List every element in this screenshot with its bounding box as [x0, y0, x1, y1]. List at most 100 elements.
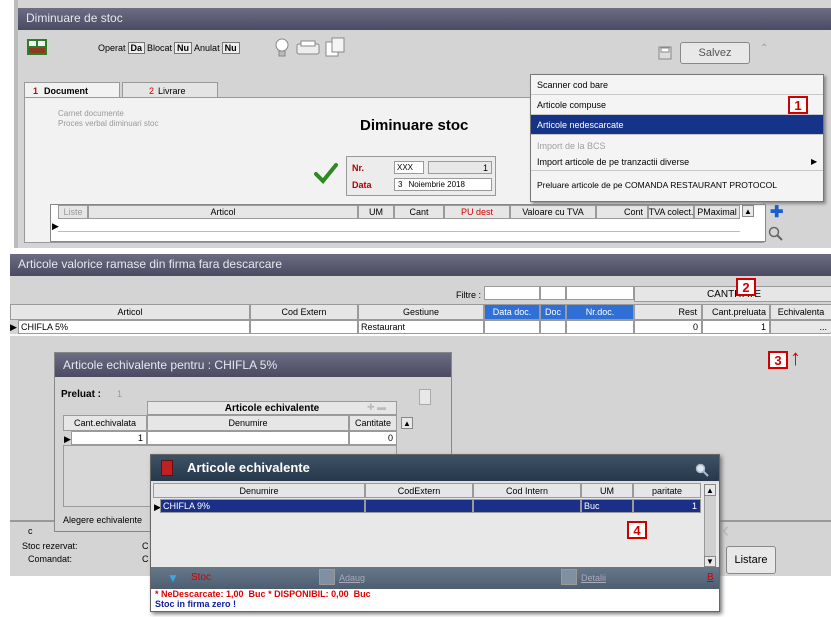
row-doc[interactable]	[540, 320, 566, 334]
data-label: Data	[352, 180, 372, 190]
marker-1: 1	[788, 96, 808, 114]
row-data-doc[interactable]	[484, 320, 540, 334]
grid-empty-row[interactable]	[58, 219, 740, 232]
row4-codintern[interactable]	[473, 499, 581, 513]
col-nr-doc[interactable]: Nr.doc.	[566, 304, 634, 320]
menu-articole-compuse[interactable]: Articole compuse	[531, 95, 823, 115]
col-cont[interactable]: Cont	[596, 205, 648, 219]
detalii-button[interactable]: Detalii	[581, 573, 606, 583]
row-echivalenta-button[interactable]: ...	[770, 320, 831, 334]
menu-articole-nedescarcate[interactable]: Articole nedescarcate	[531, 115, 823, 135]
window-title: Diminuare de stoc	[18, 8, 831, 30]
magnifier-icon[interactable]	[768, 226, 784, 242]
checkmark-icon[interactable]	[314, 162, 338, 184]
col-doc[interactable]: Doc	[540, 304, 566, 320]
grid4-scroll-up[interactable]: ▲	[704, 484, 716, 496]
col-um4[interactable]: UM	[581, 483, 633, 498]
blocat-toggle[interactable]: Nu	[174, 42, 193, 54]
row-gestiune[interactable]: Restaurant	[358, 320, 484, 334]
col-valoare-tva[interactable]: Valoare cu TVA	[510, 205, 596, 219]
row3-cantitate[interactable]: 0	[349, 431, 397, 445]
col-cod-extern[interactable]: Cod Extern	[250, 304, 358, 320]
adaug-icon[interactable]	[319, 569, 335, 585]
row-cant-preluata[interactable]: 1	[702, 320, 770, 334]
row4-codextern[interactable]	[365, 499, 473, 513]
row-articol[interactable]: CHIFLA 5%	[18, 320, 250, 334]
adaug-button[interactable]: Adaug	[339, 573, 365, 583]
row3-cant-echivalata[interactable]: 1	[71, 431, 147, 445]
stoc-button[interactable]: Stoc	[191, 572, 211, 583]
row4-denumire[interactable]: CHIFLA 9%	[160, 499, 365, 513]
b-button[interactable]: B	[707, 572, 714, 583]
date-field[interactable]: 3 Noiembrie 2018	[394, 178, 492, 191]
nav-back-icon[interactable]: ‹	[722, 519, 746, 542]
grid-scroll-up[interactable]: ▲	[742, 205, 754, 217]
row-cod-extern[interactable]	[250, 320, 358, 334]
printer-icon[interactable]	[296, 40, 320, 56]
search-icon[interactable]	[695, 463, 709, 477]
listare-button[interactable]: Listare	[726, 546, 776, 574]
col-pmaximal[interactable]: PMaximal	[694, 205, 740, 219]
marker-2: 2	[736, 278, 756, 296]
row4-um[interactable]: Buc	[581, 499, 633, 513]
col-gestiune[interactable]: Gestiune	[358, 304, 484, 320]
col-articol[interactable]: Articol	[88, 205, 358, 219]
col-articol2[interactable]: Articol	[10, 304, 250, 320]
row-nr-doc[interactable]	[566, 320, 634, 334]
carnet-value[interactable]: Proces verbal diminuari stoc	[58, 119, 158, 128]
col-codextern4[interactable]: CodExtern	[365, 483, 473, 498]
filter-data-doc[interactable]	[484, 286, 540, 300]
lightbulb-icon[interactable]	[274, 38, 290, 58]
col-cant-echivalata[interactable]: Cant.echivalata	[63, 415, 147, 431]
operat-toggle[interactable]: Da	[127, 42, 146, 54]
filter-nrdoc[interactable]	[566, 286, 634, 300]
grid2-body	[10, 334, 831, 336]
col-data-doc[interactable]: Data doc.	[484, 304, 540, 320]
echivalente-group-header: Articole echivalente	[147, 401, 397, 415]
col-cant-preluata[interactable]: Cant.preluata	[702, 304, 770, 320]
detalii-icon[interactable]	[561, 569, 577, 585]
row4-paritate[interactable]: 1	[633, 499, 701, 513]
row3-denumire[interactable]	[147, 431, 349, 445]
row3-pointer-icon: ▶	[64, 434, 71, 444]
marker-3: 3	[768, 351, 788, 369]
col-codintern4[interactable]: Cod Intern	[473, 483, 581, 498]
grid4-scroll-down[interactable]: ▼	[704, 556, 716, 567]
col-cant[interactable]: Cant	[394, 205, 444, 219]
door-icon[interactable]	[161, 460, 173, 476]
nr-value-field[interactable]: 1	[428, 161, 492, 174]
save-button[interactable]: Salvez	[680, 42, 750, 64]
grid4-scrollbar[interactable]	[704, 496, 716, 556]
documents-icon[interactable]	[324, 36, 346, 58]
tab-document[interactable]: 1 Document	[24, 82, 120, 98]
grid3-scroll-up[interactable]: ▲	[401, 417, 413, 429]
comandat-value: C	[142, 554, 149, 564]
anulat-toggle[interactable]: Nu	[221, 42, 240, 54]
filter-doc[interactable]	[540, 286, 566, 300]
nr-prefix-field[interactable]: XXX	[394, 161, 424, 174]
col-rest[interactable]: Rest	[634, 304, 702, 320]
disk-icon[interactable]	[658, 46, 672, 60]
status-toolbar: Operat Da Blocat Nu Anulat Nu	[98, 40, 240, 56]
tab-livrare[interactable]: 2 Livrare	[122, 82, 218, 98]
add-icon[interactable]: ✚	[770, 205, 783, 221]
col-denumire4[interactable]: Denumire	[153, 483, 365, 498]
col-liste[interactable]: Liste	[58, 205, 88, 219]
col-pu-dest[interactable]: PU dest	[444, 205, 510, 219]
edit-icons[interactable]: ✚ ▬	[367, 402, 386, 413]
col-paritate[interactable]: paritate	[633, 483, 701, 498]
menu-import-tranzactii[interactable]: Import articole de pe tranzactii diverse	[531, 153, 823, 171]
col-denumire3[interactable]: Denumire	[147, 415, 349, 431]
menu-scanner[interactable]: Scanner cod bare	[531, 75, 823, 95]
col-echivalenta[interactable]: Echivalenta	[770, 304, 831, 320]
page-icon[interactable]	[419, 389, 431, 405]
col-cantitate[interactable]: Cantitate	[349, 415, 397, 431]
menu-preluare-comanda[interactable]: Preluare articole de pe COMANDA RESTAURA…	[531, 175, 823, 195]
col-tva-colect[interactable]: TVA colect.	[648, 205, 694, 219]
col-um[interactable]: UM	[358, 205, 394, 219]
stoc-triangle-icon[interactable]: ▼	[167, 571, 179, 585]
menu-import-bcs[interactable]: Import de la BCS	[531, 137, 823, 153]
row-rest[interactable]: 0	[634, 320, 702, 334]
app-logo-icon[interactable]	[26, 38, 48, 58]
scroll-up-icon[interactable]: ⌃	[760, 44, 772, 54]
